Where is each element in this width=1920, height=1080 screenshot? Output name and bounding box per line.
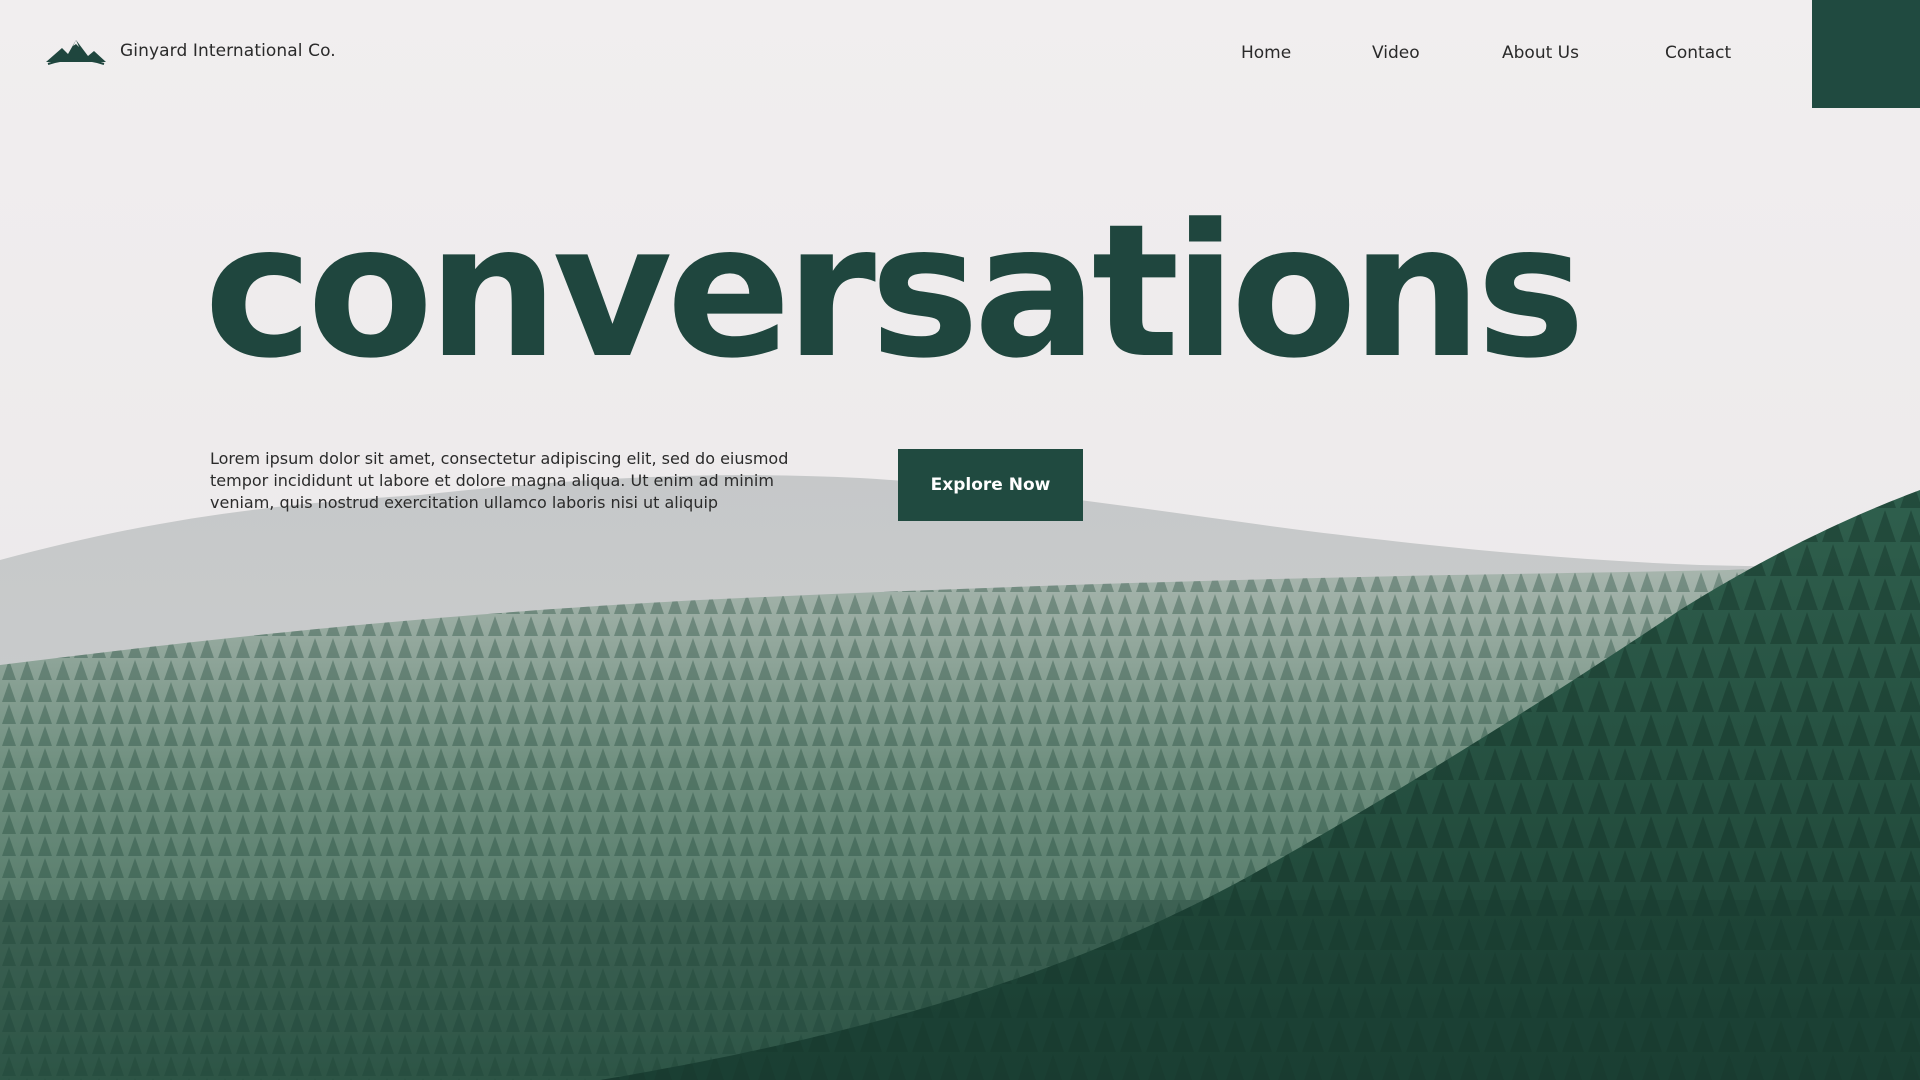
site-header: Ginyard International Co. Home Video Abo… [0, 0, 1920, 108]
nav-item-about-us[interactable]: About Us [1502, 43, 1579, 63]
menu-block[interactable] [1812, 0, 1920, 108]
main-navigation: Home Video About Us Contact [0, 43, 1920, 65]
nav-item-contact[interactable]: Contact [1665, 43, 1731, 63]
nav-item-video[interactable]: Video [1372, 43, 1420, 63]
hero-title: conversations [204, 185, 1586, 399]
forest-background-image [0, 0, 1920, 1080]
hero-description: Lorem ipsum dolor sit amet, consectetur … [210, 449, 789, 512]
landing-page: Ginyard International Co. Home Video Abo… [0, 0, 1920, 1080]
explore-now-button[interactable]: Explore Now [898, 449, 1083, 521]
nav-item-home[interactable]: Home [1241, 43, 1291, 63]
